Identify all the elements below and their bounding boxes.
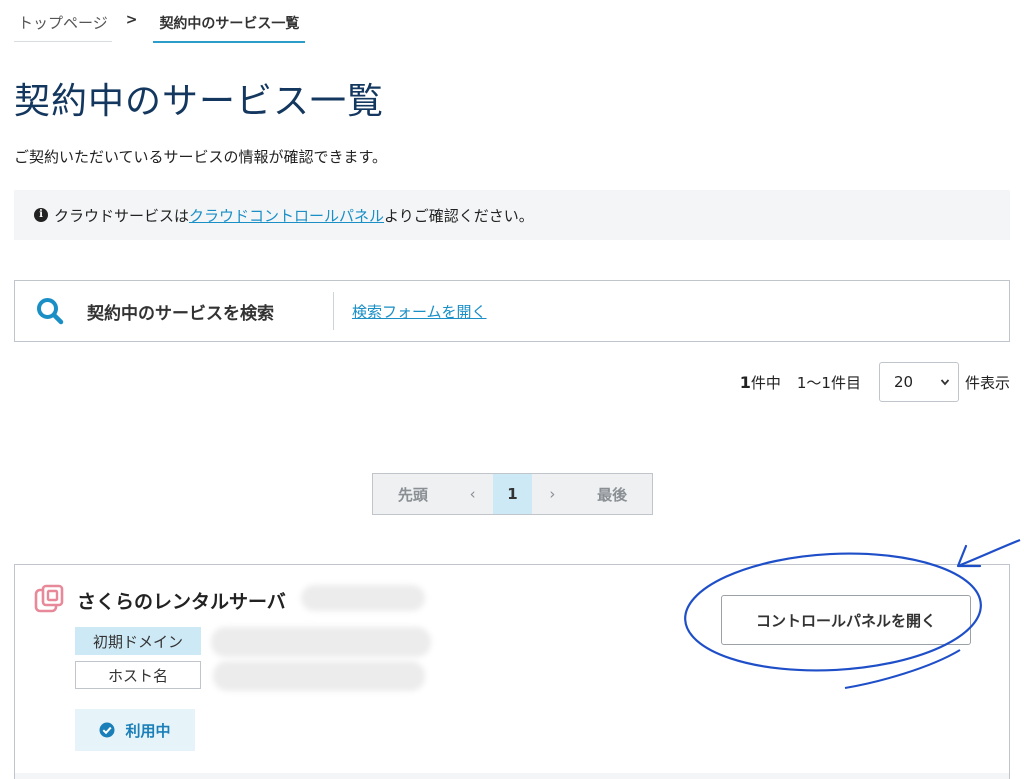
search-icon [35,296,65,326]
per-page-value: 20 [893,373,914,391]
redacted-service-id [301,585,425,611]
search-label: 契約中のサービスを検索 [87,303,274,324]
page-title: 契約中のサービス一覧 [14,81,385,122]
status-badge: 利用中 [75,709,195,751]
breadcrumb-separator: > [125,12,138,28]
breadcrumb-home-link[interactable]: トップページ [14,10,112,42]
cloud-control-panel-link[interactable]: クラウドコントロールパネル [189,205,384,226]
notice-text-before: クラウドサービスは [54,206,190,225]
status-text: 利用中 [125,721,171,740]
info-icon: i [34,208,48,222]
check-circle-icon [99,722,115,738]
total-count-suffix: 件中 [750,373,781,392]
pager-first-button[interactable]: 先頭 [373,474,453,514]
service-card: さくらのレンタルサーバ 初期ドメイン ホスト名 利用中 コントロールパネルを開く [14,564,1010,779]
open-control-panel-button[interactable]: コントロールパネルを開く [721,595,971,645]
redacted-host [213,661,425,691]
pager-next-button[interactable]: › [532,474,572,514]
total-count: 1 [739,372,751,392]
info-notice: i クラウドサービスは クラウドコントロールパネル よりご確認ください。 [14,190,1010,240]
host-label: ホスト名 [75,661,201,689]
search-panel: 契約中のサービスを検索 検索フォームを開く [14,280,1010,342]
page-lead-text: ご契約いただいているサービスの情報が確認できます。 [14,148,388,166]
notice-text-after: よりご確認ください。 [384,206,534,225]
pager-prev-button[interactable]: ‹ [453,474,493,514]
card-footer [15,773,1009,779]
per-page-select[interactable]: 20 [878,362,959,402]
rental-server-icon [33,583,65,615]
divider [333,292,334,330]
breadcrumb-current: 契約中のサービス一覧 [153,10,306,43]
pager-current-page[interactable]: 1 [492,474,533,514]
result-count-row: 1 件中 1〜1件目 20 件表示 [740,362,1010,402]
per-page-suffix: 件表示 [964,373,1010,392]
service-name: さくらのレンタルサーバ [77,591,286,613]
chevron-down-icon [940,379,950,386]
pagination: 先頭 ‹ 1 › 最後 [372,473,653,515]
redacted-domain [211,627,431,657]
domain-label: 初期ドメイン [75,627,201,655]
result-range: 1〜1件目 [796,373,861,392]
pager-last-button[interactable]: 最後 [572,474,652,514]
breadcrumb: トップページ > 契約中のサービス一覧 [14,10,306,43]
open-search-form-link[interactable]: 検索フォームを開く [352,301,487,322]
